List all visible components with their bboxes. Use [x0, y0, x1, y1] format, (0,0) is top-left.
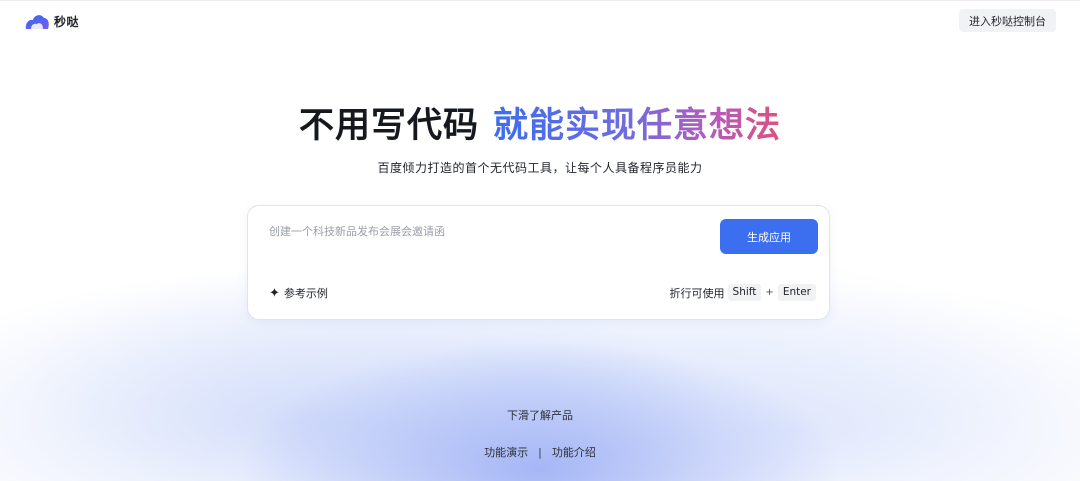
line-break-hint: 折行可使用 Shift + Enter — [670, 284, 816, 301]
top-border — [0, 0, 1080, 1]
shortcut-hint-text: 折行可使用 — [669, 286, 725, 300]
shift-key: Shift — [727, 284, 762, 301]
hero-title-part2: 就能实现任意想法 — [493, 106, 782, 146]
link-separator: | — [538, 445, 542, 459]
plus-sign: + — [765, 287, 774, 298]
feature-intro-link[interactable]: 功能介绍 — [552, 444, 596, 460]
sparkle-icon: ✦ — [269, 285, 280, 301]
scroll-hint-link[interactable]: 下滑了解产品 — [0, 407, 1080, 423]
enter-key: Enter — [777, 284, 816, 301]
prompt-card: 生成应用 ✦ 参考示例 折行可使用 Shift + Enter — [247, 205, 830, 320]
hero-subtitle: 百度倾力打造的首个无代码工具，让每个人具备程序员能力 — [377, 161, 703, 175]
cloud-logo-icon — [25, 15, 49, 29]
brand-logo[interactable]: 秒哒 — [24, 11, 79, 31]
examples-label: 参考示例 — [283, 287, 328, 300]
prompt-input[interactable] — [269, 221, 699, 241]
enter-console-button[interactable]: 进入秒哒控制台 — [959, 9, 1056, 32]
hero-title-part1: 不用写代码 — [298, 106, 479, 146]
hero-title: 不用写代码 就能实现任意想法 — [0, 100, 1080, 152]
examples-button[interactable]: ✦ 参考示例 — [269, 285, 328, 301]
generate-app-button[interactable]: 生成应用 — [720, 219, 818, 254]
feature-demo-link[interactable]: 功能演示 — [484, 444, 528, 460]
brand-name: 秒哒 — [54, 14, 80, 29]
bottom-nav: 功能演示 | 功能介绍 — [0, 444, 1080, 460]
